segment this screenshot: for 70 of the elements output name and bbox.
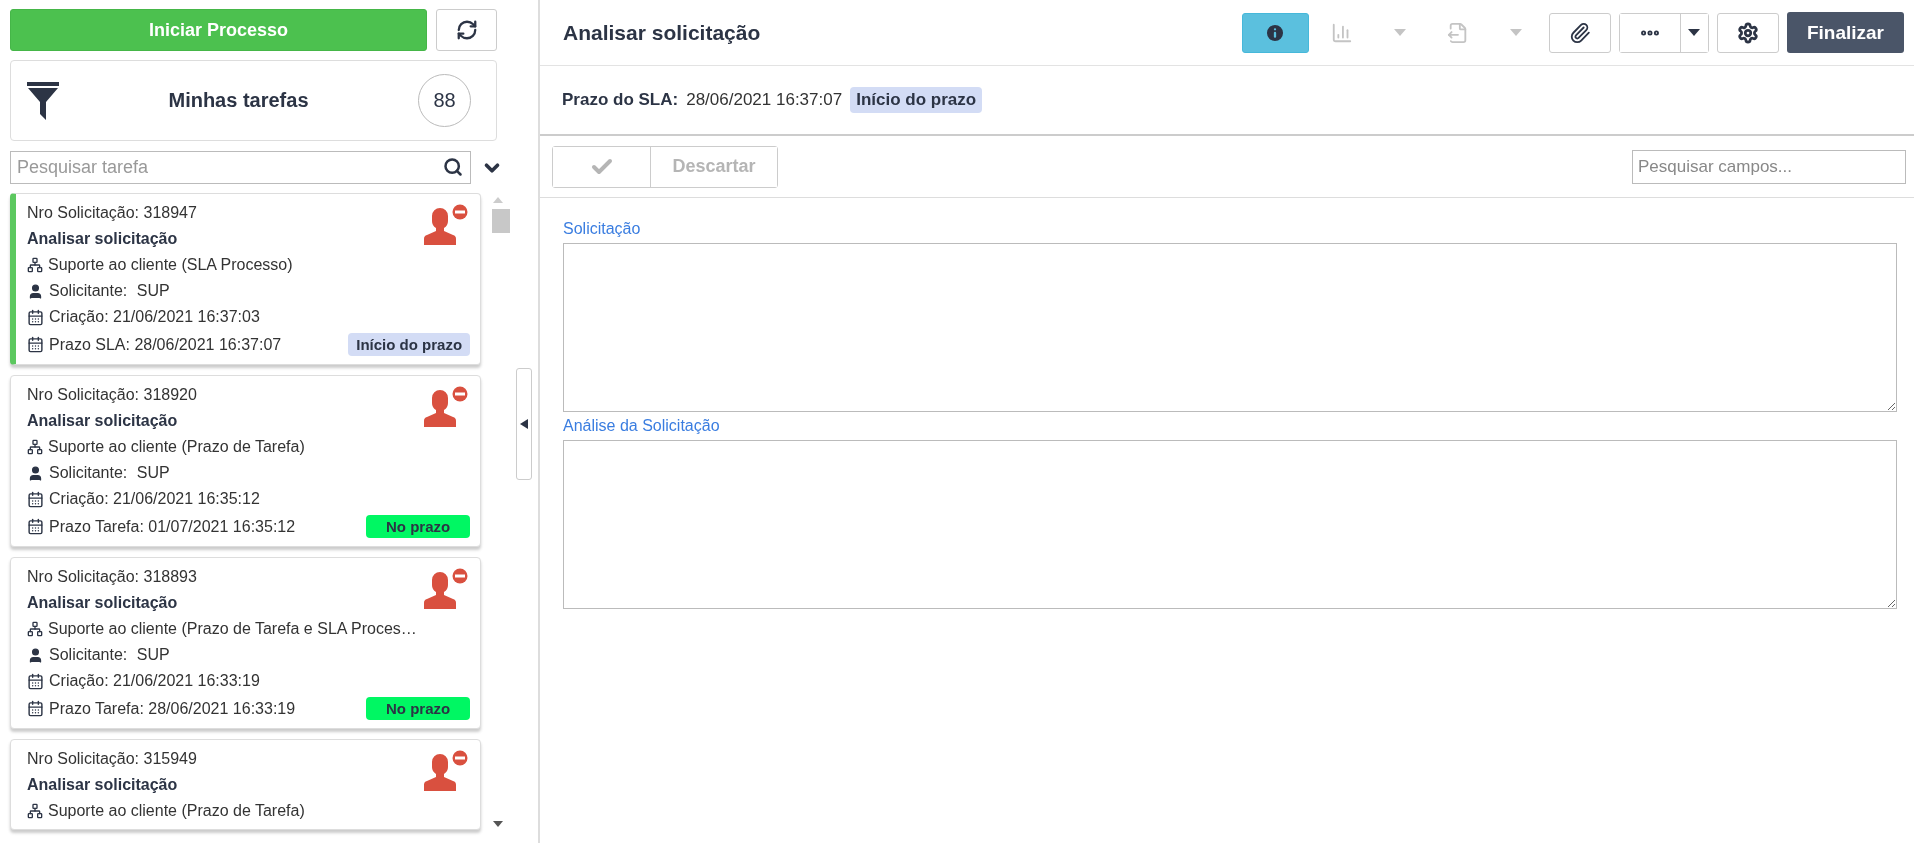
deadline-date: Prazo Tarefa: 01/07/2021 16:35:12	[49, 517, 296, 536]
task-card[interactable]: Nro Solicitação: 318920 Analisar solicitação Suporte ao cliente (Prazo de Tarefa) Solicitante: SUP Criação: 21/06/2021 16:35:12 Prazo Tarefa: 01/07/2021 16:35:12 No prazo	[10, 375, 482, 547]
deadline-date: Prazo Tarefa: 28/06/2021 16:33:19	[49, 699, 296, 718]
user-remove-icon[interactable]	[422, 386, 469, 428]
caret-icon[interactable]	[1688, 29, 1701, 36]
task-title: Analisar solicitação	[27, 230, 178, 248]
calendar-icon	[27, 490, 44, 508]
user-icon	[27, 646, 44, 664]
request-number: Nro Solicitação: 318893	[27, 568, 197, 586]
process-name: Suporte ao cliente (SLA Processo)	[48, 256, 293, 274]
refresh-icon[interactable]	[455, 19, 478, 41]
task-title: Analisar solicitação	[27, 412, 178, 430]
search-icon[interactable]	[443, 157, 463, 177]
filter-title: Minhas tarefas	[167, 89, 310, 112]
requester-name: SUP	[135, 464, 170, 482]
creation-date: Criação: 21/06/2021 16:35:12	[49, 490, 260, 508]
task-card[interactable]: Nro Solicitação: 318893 Analisar solicitação Suporte ao cliente (Prazo de Tarefa e SLA Proces… Solicitante: SUP Criação: 21/06/2021 16:33:19 Prazo Tarefa: 28/06/2021 16:33:19 No prazo	[10, 557, 482, 729]
refresh-button[interactable]	[436, 9, 497, 51]
request-number: Nro Solicitação: 318947	[27, 204, 197, 222]
user-remove-icon[interactable]	[422, 204, 469, 246]
status-badge: Início do prazo	[348, 333, 471, 356]
settings-icon[interactable]	[1736, 21, 1759, 44]
user-remove-icon[interactable]	[422, 568, 469, 610]
task-title: Analisar solicitação	[27, 776, 178, 794]
attach-button[interactable]	[1548, 12, 1611, 53]
settings-button[interactable]	[1716, 12, 1779, 53]
creation-date: Criação: 21/06/2021 16:33:19	[49, 672, 260, 690]
filter-icon[interactable]	[27, 81, 59, 120]
user-icon	[27, 282, 44, 300]
sitemap-icon	[27, 439, 43, 455]
status-badge: No prazo	[366, 515, 471, 538]
process-name: Suporte ao cliente (Prazo de Tarefa)	[48, 438, 305, 456]
request-number: Nro Solicitação: 315949	[27, 750, 197, 768]
status-badge: No prazo	[366, 697, 471, 720]
triangle-left-icon[interactable]	[520, 419, 529, 429]
requester-label: Solicitante:	[49, 282, 128, 300]
page-title: Analisar solicitação	[563, 20, 762, 45]
calendar-icon	[27, 336, 44, 353]
task-title: Analisar solicitação	[27, 594, 178, 612]
process-name: Suporte ao cliente (Prazo de Tarefa e SLA Proces…	[48, 620, 417, 638]
sla-label: Prazo do SLA:	[562, 90, 679, 110]
status-badge: Início do prazo	[850, 87, 983, 113]
user-remove-icon[interactable]	[422, 750, 469, 792]
calendar-icon	[27, 700, 44, 717]
request-number: Nro Solicitação: 318920	[27, 386, 197, 404]
creation-date: Criação: 21/06/2021 16:37:03	[49, 308, 260, 326]
sla-date: 28/06/2021 16:37:07	[686, 90, 843, 110]
requester-name: SUP	[135, 646, 170, 664]
calendar-icon	[27, 672, 44, 690]
sitemap-icon	[27, 257, 43, 273]
info-button[interactable]	[1241, 12, 1309, 53]
user-icon	[27, 464, 44, 482]
dropdown-button[interactable]	[1679, 13, 1708, 52]
requester-name: SUP	[135, 282, 170, 300]
field-search-input[interactable]: Pesquisar campos...	[1632, 149, 1906, 184]
process-name: Suporte ao cliente (Prazo de Tarefa)	[48, 802, 305, 820]
deadline-date: Prazo SLA: 28/06/2021 16:37:07	[49, 335, 282, 354]
requester-label: Solicitante:	[49, 464, 128, 482]
field-label: Análise da Solicitação	[563, 417, 721, 435]
calendar-icon	[27, 308, 44, 326]
sitemap-icon	[27, 803, 43, 819]
calendar-icon	[27, 518, 44, 535]
finish-button[interactable]: Finalizar	[1786, 12, 1904, 53]
requester-label: Solicitante:	[49, 646, 128, 664]
field-label: Solicitação	[563, 220, 642, 238]
paperclip-icon[interactable]	[1568, 21, 1591, 44]
sitemap-icon	[27, 621, 43, 637]
task-search-field[interactable]: Pesquisar tarefa	[10, 151, 471, 184]
task-card[interactable]: Nro Solicitação: 315949 Analisar solicitação Suporte ao cliente (Prazo de Tarefa)	[10, 739, 482, 830]
task-card[interactable]: Nro Solicitação: 318947 Analisar solicitação Suporte ao cliente (SLA Processo) Solicitante: SUP Criação: 21/06/2021 16:37:03 Prazo SLA: 28/06/2021 16:37:07 Início do prazo	[10, 193, 482, 365]
